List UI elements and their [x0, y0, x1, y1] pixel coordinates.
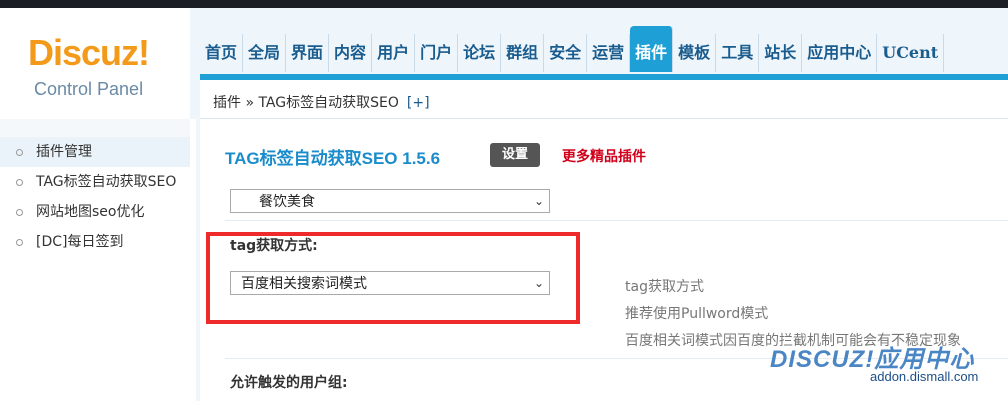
sidebar-item-label: [DC]每日签到: [36, 234, 124, 250]
nav-item-home[interactable]: 首页: [200, 34, 244, 72]
nav-item-portal[interactable]: 门户: [415, 34, 459, 72]
bullet-icon: [16, 208, 23, 216]
nav-item-security[interactable]: 安全: [544, 34, 588, 72]
logo-subtitle: Control Panel: [34, 79, 144, 99]
breadcrumb-path: 插件 » TAG标签自动获取SEO: [213, 95, 399, 111]
nav-item-templates[interactable]: 模板: [673, 34, 717, 72]
chevron-down-icon: ⌄: [533, 276, 545, 290]
sidebar-header: [0, 119, 190, 137]
hint-line-2: 推荐使用Pullword模式: [625, 306, 769, 322]
nav-item-groups[interactable]: 群组: [501, 34, 545, 72]
chevron-down-icon: ⌄: [533, 194, 545, 208]
breadcrumb: 插件 » TAG标签自动获取SEO [+]: [213, 92, 430, 112]
sidebar-item-label: TAG标签自动获取SEO: [36, 174, 177, 190]
sidebar-item-sitemap-seo[interactable]: 网站地图seo优化: [0, 197, 190, 227]
tag-method-select[interactable]: 百度相关搜索词模式 ⌄: [230, 271, 550, 295]
nav-item-app-center[interactable]: 应用中心: [802, 34, 878, 72]
sidebar-item-tag-seo[interactable]: TAG标签自动获取SEO: [0, 167, 190, 197]
tag-method-select-value: 百度相关搜索词模式: [241, 276, 367, 292]
hint-line-1: tag获取方式: [625, 279, 704, 295]
nav-item-interface[interactable]: 界面: [286, 34, 330, 72]
logo-text: Discuz!: [28, 32, 150, 73]
row-separator: [225, 220, 1008, 221]
tag-method-label: tag获取方式:: [230, 238, 318, 254]
settings-button[interactable]: 设置: [490, 143, 540, 167]
nav-item-plugins[interactable]: 插件: [630, 26, 674, 72]
breadcrumb-expand-link[interactable]: [+]: [407, 95, 430, 111]
bullet-icon: [16, 178, 23, 186]
bullet-icon: [16, 148, 23, 156]
category-select-value: 餐饮美食: [259, 194, 315, 210]
nav-item-operations[interactable]: 运营: [587, 34, 631, 72]
sidebar-item-plugin-manage[interactable]: 插件管理: [0, 137, 190, 167]
nav-item-forum[interactable]: 论坛: [458, 34, 502, 72]
sidebar-item-label: 网站地图seo优化: [36, 204, 145, 220]
logo[interactable]: Discuz! Control Panel: [0, 8, 190, 119]
category-select[interactable]: 餐饮美食 ⌄: [230, 189, 550, 213]
nav-item-global[interactable]: 全局: [243, 34, 287, 72]
sidebar-item-label: 插件管理: [36, 144, 92, 160]
nav-item-content[interactable]: 内容: [329, 34, 373, 72]
top-bar: [0, 0, 1008, 8]
sidebar: 插件管理 TAG标签自动获取SEO 网站地图seo优化 [DC]每日签到: [0, 119, 190, 401]
nav-item-tools[interactable]: 工具: [716, 34, 760, 72]
main-nav: 首页 全局 界面 内容 用户 门户 论坛 群组 安全 运营 插件 模板 工具 站…: [200, 26, 945, 74]
watermark-url: addon.dismall.com: [870, 369, 979, 384]
usergroup-label: 允许触发的用户组:: [230, 375, 348, 391]
breadcrumb-bar: 插件 » TAG标签自动获取SEO [+]: [200, 80, 1008, 119]
nav-item-webmaster[interactable]: 站长: [759, 34, 803, 72]
more-plugins-link[interactable]: 更多精品插件: [562, 146, 646, 166]
nav-item-ucenter[interactable]: UCent: [877, 34, 945, 72]
plugin-title: TAG标签自动获取SEO 1.5.6: [225, 149, 441, 168]
bullet-icon: [16, 238, 23, 246]
nav-item-users[interactable]: 用户: [372, 34, 416, 72]
watermark: DISCUZ!应用中心 addon.dismall.com: [710, 339, 1008, 401]
sidebar-item-daily-signin[interactable]: [DC]每日签到: [0, 227, 190, 257]
